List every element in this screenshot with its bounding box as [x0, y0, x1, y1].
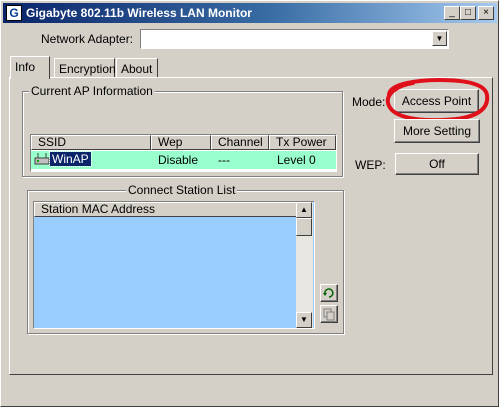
- wep-value: Off: [429, 157, 445, 171]
- wep-cell: Disable: [158, 153, 199, 167]
- close-button[interactable]: ×: [478, 6, 494, 20]
- title-bar[interactable]: G Gigabyte 802.11b Wireless LAN Monitor …: [3, 3, 497, 23]
- col-header-channel[interactable]: Channel: [211, 135, 269, 150]
- wep-label: WEP:: [355, 158, 386, 172]
- more-setting-button[interactable]: More Setting: [394, 119, 480, 143]
- copy-button[interactable]: [320, 305, 338, 323]
- channel-cell: ---: [218, 153, 230, 167]
- app-logo-icon[interactable]: G: [6, 5, 22, 21]
- scroll-thumb[interactable]: [296, 218, 312, 236]
- window-title: Gigabyte 802.11b Wireless LAN Monitor: [26, 6, 252, 20]
- tx-power-cell: Level 0: [277, 153, 316, 167]
- main-window: G Gigabyte 802.11b Wireless LAN Monitor …: [0, 0, 499, 407]
- network-adapter-dropdown[interactable]: ▼: [140, 29, 449, 49]
- scrollbar[interactable]: ▲ ▼: [296, 202, 313, 328]
- tab-info[interactable]: Info: [10, 56, 50, 79]
- col-header-tx-power[interactable]: Tx Power: [269, 135, 336, 150]
- refresh-button[interactable]: [320, 284, 338, 302]
- tab-encryption-label: Encryption: [59, 62, 116, 76]
- more-setting-label: More Setting: [402, 124, 472, 138]
- scroll-up-icon[interactable]: ▲: [296, 202, 312, 218]
- access-point-icon: [34, 152, 50, 166]
- col-header-station-mac[interactable]: Station MAC Address: [34, 202, 297, 217]
- tab-about-label: About: [121, 62, 153, 76]
- scroll-down-icon[interactable]: ▼: [296, 312, 312, 328]
- ssid-cell: WinAP: [49, 151, 92, 167]
- maximize-button[interactable]: □: [460, 6, 476, 20]
- current-ap-title: Current AP Information: [29, 84, 155, 98]
- col-header-ssid[interactable]: SSID: [31, 135, 151, 150]
- network-adapter-label: Network Adapter:: [41, 32, 134, 46]
- col-header-wep[interactable]: Wep: [151, 135, 211, 150]
- station-list-title: Connect Station List: [126, 183, 238, 197]
- tab-encryption[interactable]: Encryption: [54, 58, 116, 78]
- wep-status-button[interactable]: Off: [395, 153, 479, 175]
- tab-info-label: Info: [15, 60, 36, 74]
- current-ap-table: SSID Wep Channel Tx Power WinAP Disable …: [30, 134, 337, 172]
- minimize-button[interactable]: _: [444, 6, 460, 20]
- copy-icon: [322, 308, 336, 324]
- tab-about[interactable]: About: [116, 58, 158, 78]
- station-list[interactable]: Station MAC Address ▲ ▼: [33, 201, 315, 329]
- chevron-down-icon[interactable]: ▼: [432, 31, 447, 46]
- table-row[interactable]: WinAP Disable --- Level 0: [31, 151, 336, 169]
- refresh-icon: [322, 288, 336, 303]
